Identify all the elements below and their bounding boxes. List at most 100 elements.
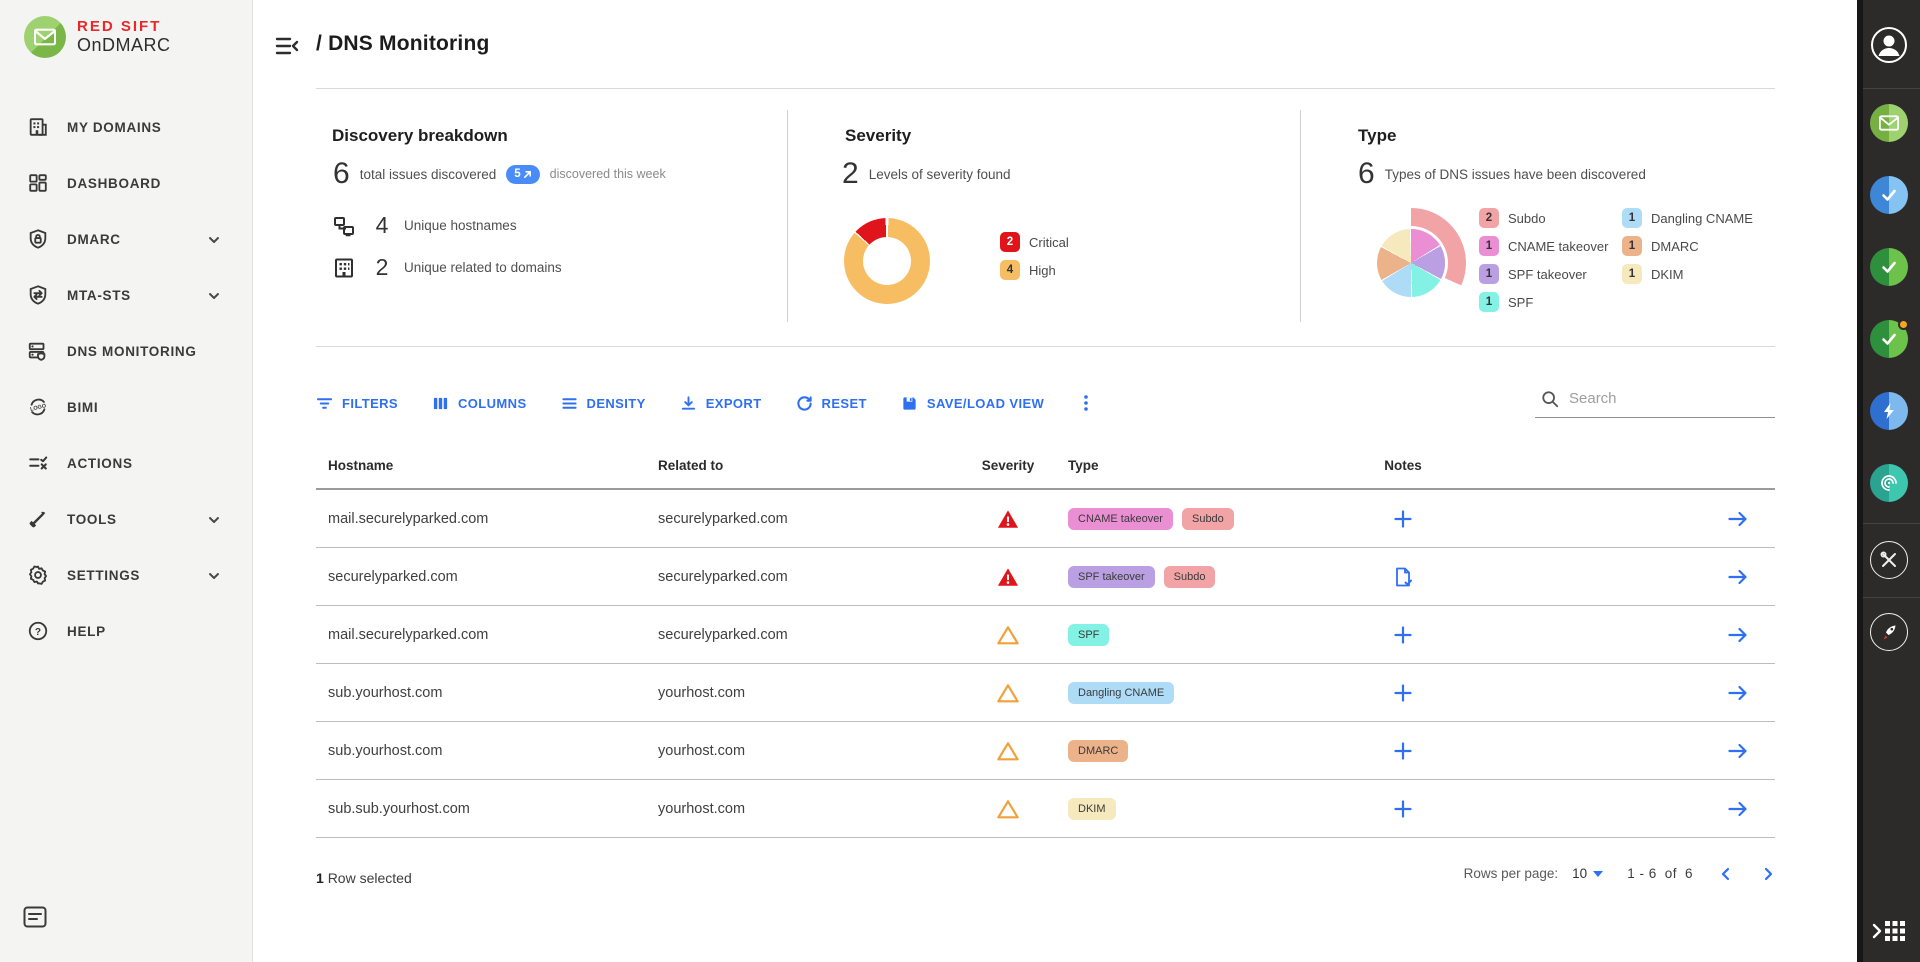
tools-circle-icon[interactable] <box>1870 541 1908 579</box>
chevron-down-icon <box>208 289 220 301</box>
app-ondmarc-icon[interactable] <box>1870 104 1908 142</box>
actions-checklist-icon <box>26 451 50 475</box>
table-row[interactable]: mail.securelyparked.comsecurelyparked.co… <box>316 490 1775 548</box>
hostnames-icon <box>332 214 356 238</box>
row-arrow-icon[interactable] <box>1727 800 1749 818</box>
density-icon <box>561 395 578 412</box>
settings-gear-icon <box>26 563 50 587</box>
table-header-row: Hostname Related to Severity Type Notes <box>316 443 1775 490</box>
cell-notes <box>1348 508 1458 530</box>
toolbar-button-reset[interactable]: RESET <box>796 395 867 412</box>
row-arrow-icon[interactable] <box>1727 510 1749 528</box>
type-chip-cname-takeover: CNAME takeover <box>1068 508 1173 530</box>
type-chip-spf-takeover: SPF takeover <box>1068 566 1155 588</box>
sidebar-item-dns-monitoring[interactable]: DNS MONITORING <box>0 323 252 379</box>
cell-hostname: sub.yourhost.com <box>316 685 658 701</box>
table-row[interactable]: sub.yourhost.comyourhost.comDangling CNA… <box>316 664 1775 722</box>
sidebar-item-settings[interactable]: SETTINGS <box>0 547 252 603</box>
cell-hostname: mail.securelyparked.com <box>316 511 658 527</box>
redsift-ondmarc-logo: RED SIFT OnDMARC <box>24 16 171 58</box>
table-row[interactable]: mail.securelyparked.comsecurelyparked.co… <box>316 606 1775 664</box>
my-domains-icon <box>26 115 50 139</box>
row-arrow-icon[interactable] <box>1727 568 1749 586</box>
rocket-circle-icon[interactable] <box>1870 613 1908 651</box>
type-chip-subdo: Subdo <box>1164 566 1216 588</box>
column-header-related-to: Related to <box>658 458 968 473</box>
add-note-plus-icon[interactable] <box>1392 740 1414 762</box>
search-input[interactable] <box>1569 390 1759 411</box>
app-check-green-icon[interactable] <box>1870 248 1908 286</box>
type-count-label: Types of DNS issues have been discovered <box>1385 167 1646 182</box>
table-row[interactable]: sub.yourhost.comyourhost.comDMARC <box>316 722 1775 780</box>
legend-label: DKIM <box>1651 267 1684 282</box>
high-severity-icon <box>997 799 1019 819</box>
add-note-plus-icon[interactable] <box>1392 798 1414 820</box>
rail-divider <box>1863 88 1920 89</box>
cell-related-to: yourhost.com <box>658 743 968 759</box>
total-issues-label: total issues discovered <box>360 167 497 182</box>
account-icon[interactable] <box>1870 26 1908 64</box>
sidebar-item-dashboard[interactable]: DASHBOARD <box>0 155 252 211</box>
columns-icon <box>432 395 449 412</box>
arrow-up-right-icon <box>523 170 532 179</box>
app-radar-teal-icon[interactable] <box>1870 464 1908 502</box>
legend-item-spf: 1SPF <box>1479 292 1608 312</box>
add-note-plus-icon[interactable] <box>1392 682 1414 704</box>
high-severity-icon <box>997 683 1019 703</box>
previous-page-icon[interactable] <box>1719 867 1733 881</box>
app-check-green-notif-icon[interactable] <box>1870 320 1908 358</box>
cell-related-to: securelyparked.com <box>658 511 968 527</box>
rail-divider <box>1863 523 1920 524</box>
toolbar-button-filters[interactable]: FILTERS <box>316 395 398 412</box>
tools-icon <box>26 507 50 531</box>
chevron-down-icon <box>208 513 220 525</box>
sidebar-item-mta-sts[interactable]: MTA-STS <box>0 267 252 323</box>
cell-severity <box>968 799 1048 819</box>
chat-widget-icon[interactable] <box>23 906 47 928</box>
sidebar-item-help[interactable]: ?HELP <box>0 603 252 659</box>
sidebar-item-label: MY DOMAINS <box>67 120 162 135</box>
chevron-down-icon <box>208 233 220 245</box>
legend-item-dkim: 1 DKIM <box>1622 264 1753 284</box>
toolbar-button-label: EXPORT <box>706 396 762 411</box>
row-arrow-icon[interactable] <box>1727 626 1749 644</box>
reset-refresh-icon <box>796 395 813 412</box>
table-row[interactable]: sub.sub.yourhost.comyourhost.comDKIM <box>316 780 1775 838</box>
sidebar-item-dmarc[interactable]: DMARC <box>0 211 252 267</box>
sidebar-item-my-domains[interactable]: MY DOMAINS <box>0 99 252 155</box>
sidebar-item-tools[interactable]: TOOLS <box>0 491 252 547</box>
toolbar-button-save-load-view[interactable]: SAVE/LOAD VIEW <box>901 395 1044 412</box>
app-bolt-blue-icon[interactable] <box>1870 392 1908 430</box>
apps-grid-icon[interactable] <box>1872 918 1906 944</box>
toolbar-button-density[interactable]: DENSITY <box>561 395 646 412</box>
type-count: 6 <box>1358 157 1375 191</box>
app-check-blue-icon[interactable] <box>1870 176 1908 214</box>
toolbar-button-columns[interactable]: COLUMNS <box>432 395 527 412</box>
app-switcher-rail <box>1857 0 1920 962</box>
more-vertical-icon[interactable] <box>1078 394 1094 412</box>
add-note-plus-icon[interactable] <box>1392 508 1414 530</box>
legend-item-cname-takeover: 1CNAME takeover <box>1479 236 1608 256</box>
row-arrow-icon[interactable] <box>1727 684 1749 702</box>
cell-notes <box>1348 740 1458 762</box>
add-note-plus-icon[interactable] <box>1392 624 1414 646</box>
toolbar-button-export[interactable]: EXPORT <box>680 395 762 412</box>
note-added-icon[interactable] <box>1392 566 1414 588</box>
left-sidebar: RED SIFT OnDMARC MY DOMAINS DASHBOARDDMAR… <box>0 0 253 962</box>
sidebar-collapse-icon[interactable] <box>275 36 299 56</box>
next-page-icon[interactable] <box>1761 867 1775 881</box>
legend-count-badge: 2 <box>1479 208 1499 228</box>
rows-per-page-select[interactable]: 10 <box>1572 866 1603 881</box>
severity-donut-chart <box>844 218 930 304</box>
help-icon: ? <box>26 619 50 643</box>
total-issues-count: 6 <box>333 157 350 191</box>
chevron-down-icon <box>208 569 220 581</box>
sidebar-item-actions[interactable]: ACTIONS <box>0 435 252 491</box>
type-chip-dmarc: DMARC <box>1068 740 1128 762</box>
legend-count-badge: 1 <box>1622 264 1642 284</box>
dropdown-caret-icon <box>1593 871 1603 877</box>
cell-related-to: securelyparked.com <box>658 627 968 643</box>
sidebar-item-bimi[interactable]: LOGOBIMI <box>0 379 252 435</box>
row-arrow-icon[interactable] <box>1727 742 1749 760</box>
table-row[interactable]: securelyparked.comsecurelyparked.comSPF … <box>316 548 1775 606</box>
